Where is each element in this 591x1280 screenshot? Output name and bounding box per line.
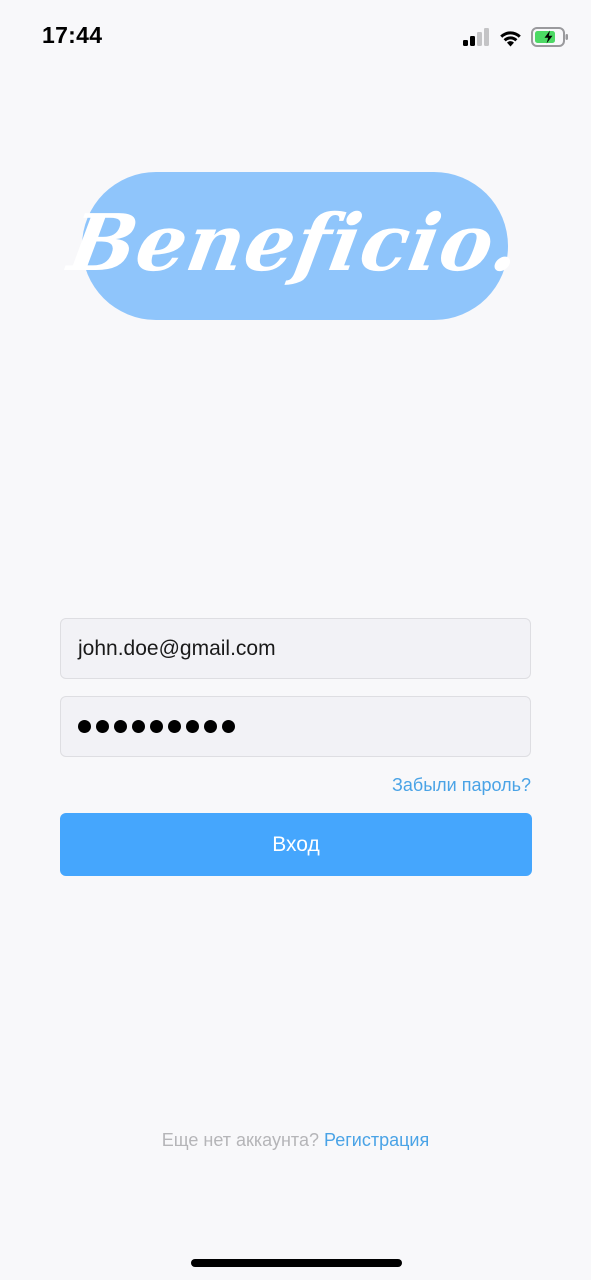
battery-charging-icon bbox=[531, 27, 568, 47]
status-bar: 17:44 bbox=[0, 0, 591, 72]
password-dot bbox=[222, 720, 235, 733]
password-dot bbox=[186, 720, 199, 733]
password-dot bbox=[150, 720, 163, 733]
wifi-icon bbox=[500, 30, 521, 46]
password-dot bbox=[204, 720, 217, 733]
status-icons bbox=[463, 24, 569, 50]
home-indicator bbox=[191, 1259, 402, 1267]
login-button-label: Вход bbox=[272, 832, 320, 856]
password-dot bbox=[96, 720, 109, 733]
password-field[interactable] bbox=[60, 696, 531, 757]
signup-prompt: Еще нет аккаунта? bbox=[161, 1130, 324, 1150]
signup-row: Еще нет аккаунта? Регистрация bbox=[0, 1130, 591, 1151]
email-value: john.doe@gmail.com bbox=[78, 636, 276, 660]
password-dot bbox=[78, 720, 91, 733]
login-button[interactable]: Вход bbox=[60, 813, 532, 876]
signup-link[interactable]: Регистрация bbox=[324, 1130, 429, 1150]
password-mask bbox=[78, 720, 235, 733]
status-time: 17:44 bbox=[42, 22, 103, 48]
password-dot bbox=[132, 720, 145, 733]
email-field[interactable]: john.doe@gmail.com bbox=[60, 618, 531, 679]
password-dot bbox=[168, 720, 181, 733]
logo-pill: Beneficio. bbox=[63, 172, 529, 320]
cellular-signal-icon bbox=[463, 28, 489, 46]
beneficio-logo: Beneficio. bbox=[63, 172, 529, 320]
forgot-password-link[interactable]: Забыли пароль? bbox=[392, 775, 531, 796]
password-dot bbox=[114, 720, 127, 733]
logo-text: Beneficio. bbox=[62, 197, 529, 289]
